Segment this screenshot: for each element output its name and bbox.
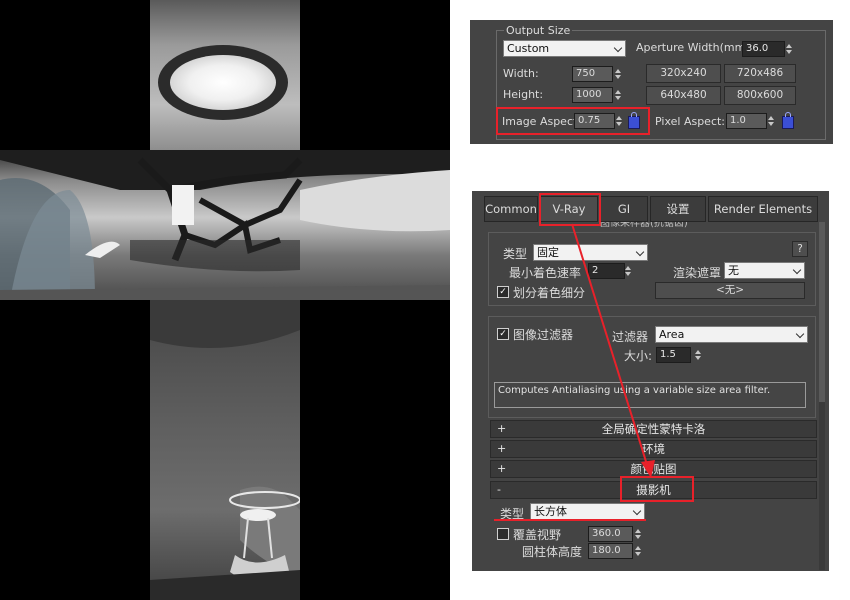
annotation-arrow [571, 223, 655, 478]
